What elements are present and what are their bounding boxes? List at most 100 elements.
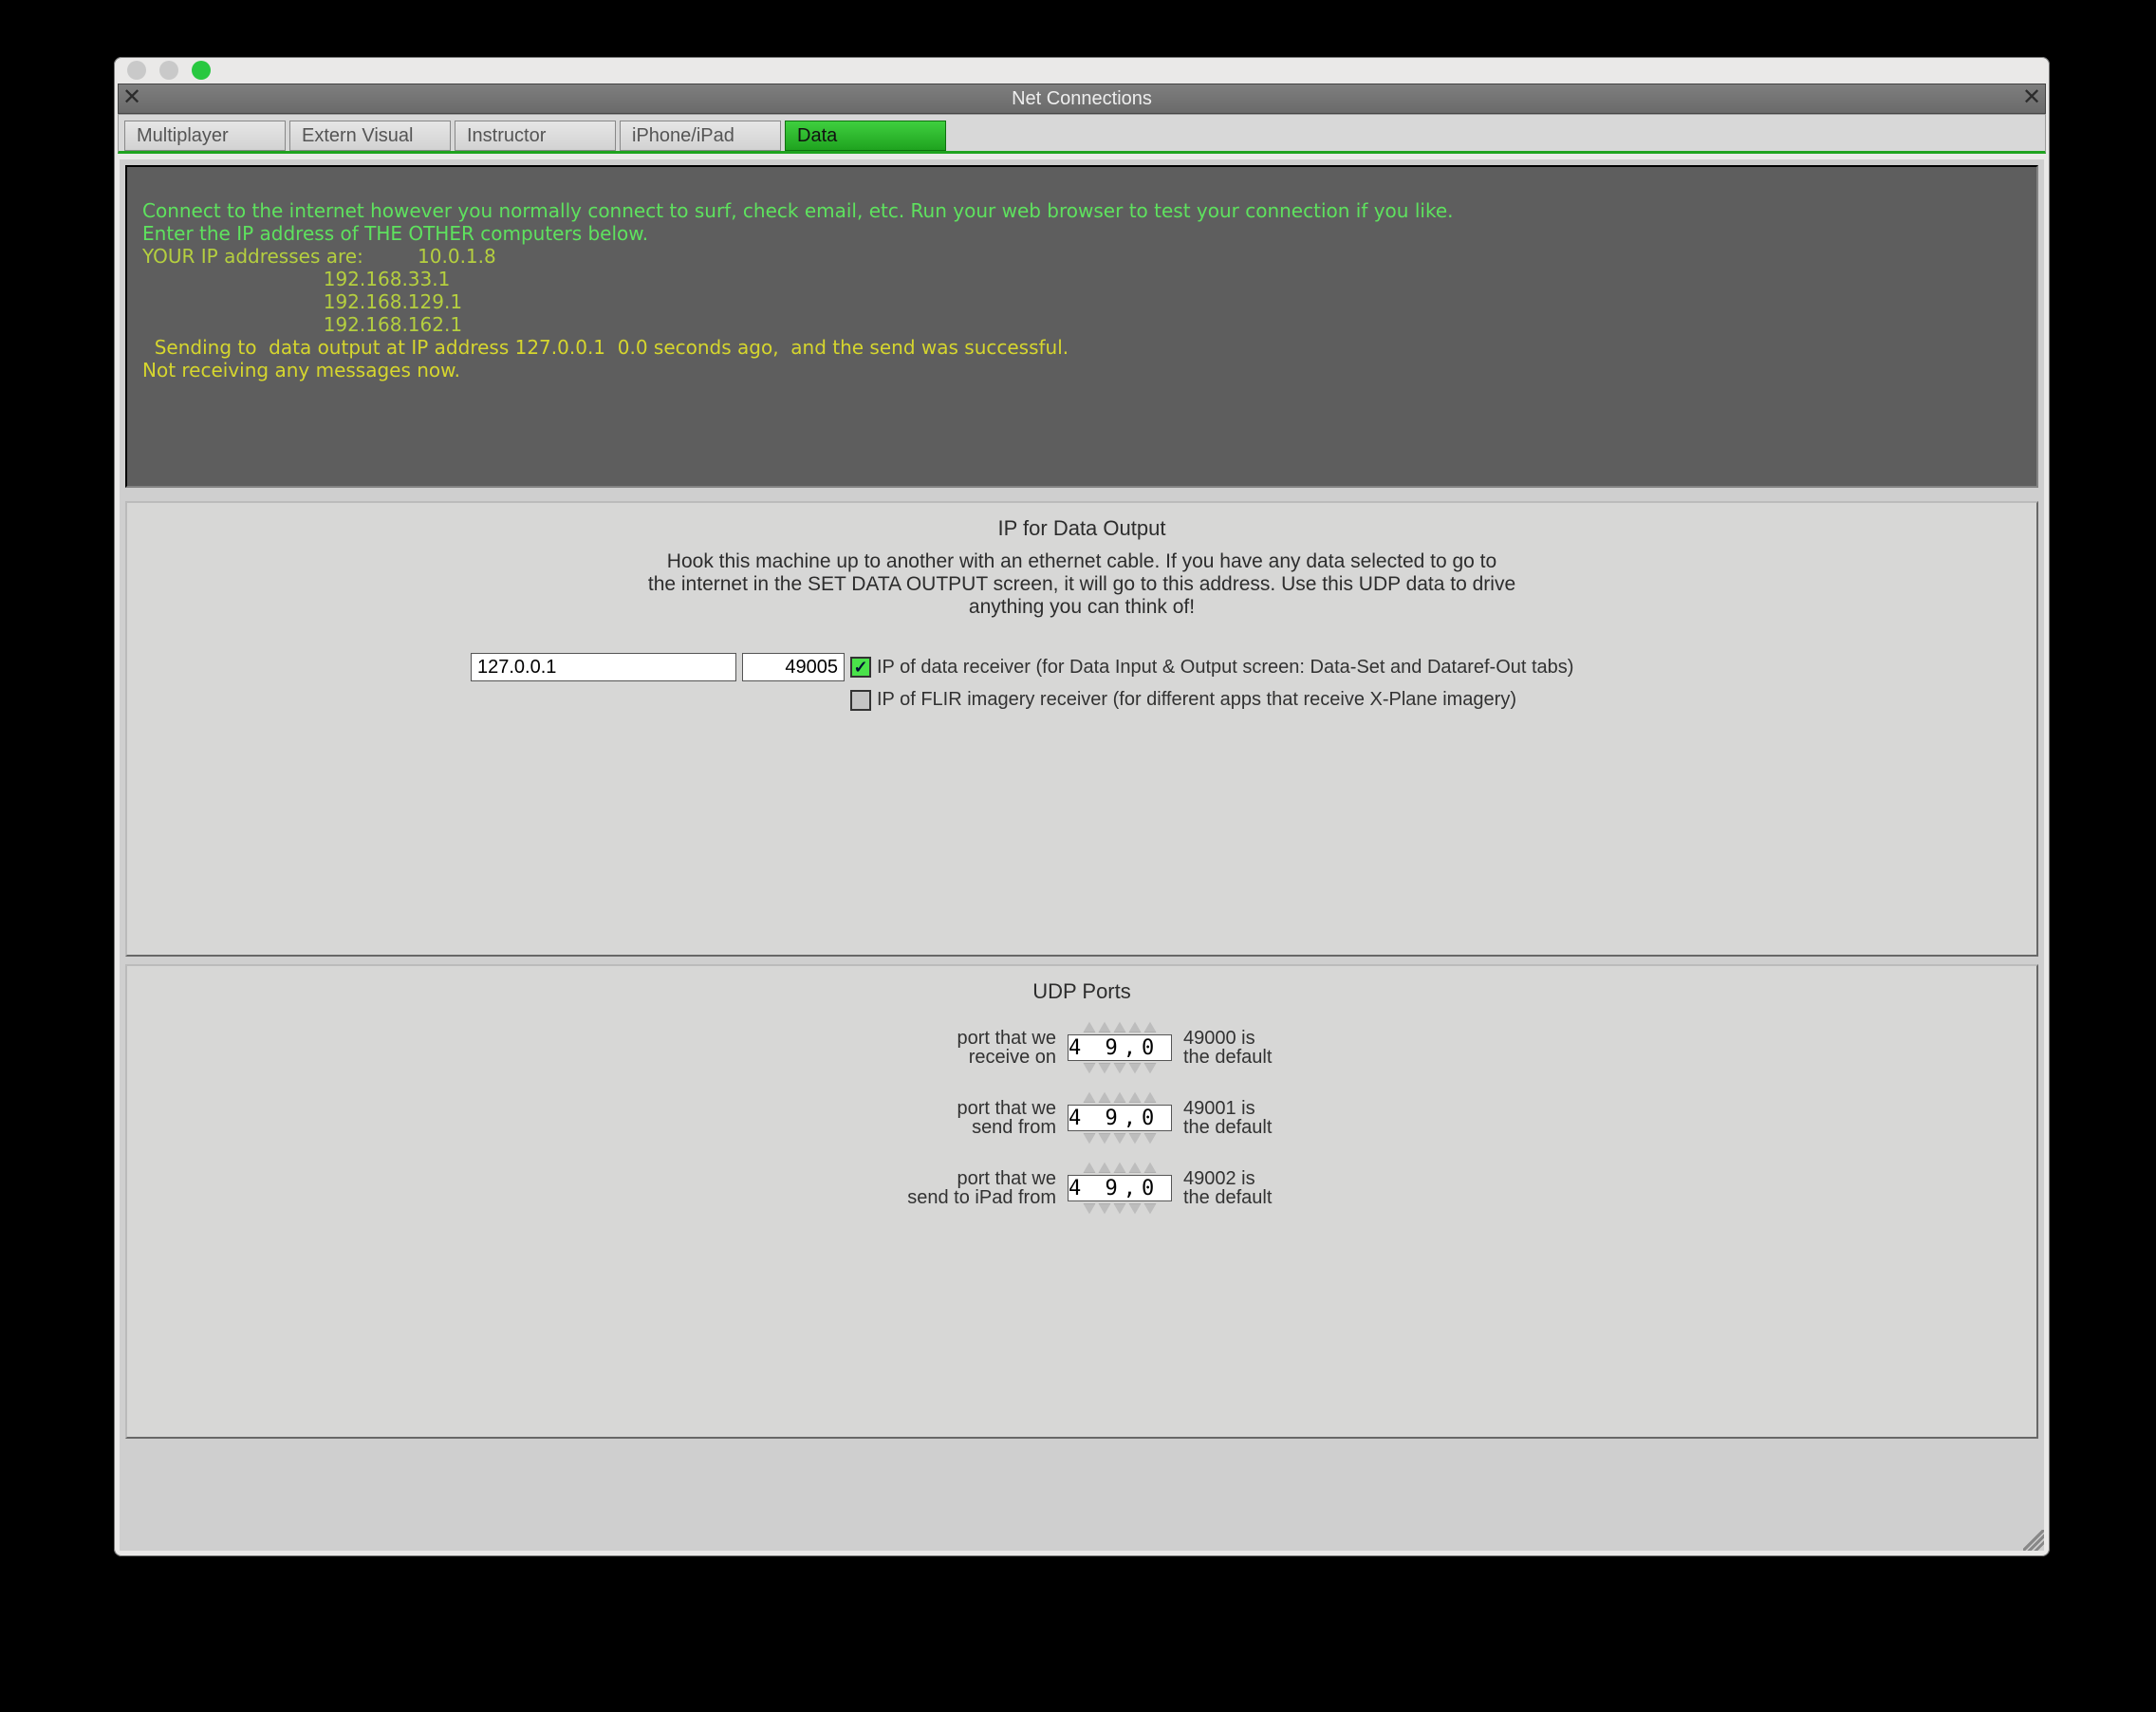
dialog-close-left-button[interactable]: ✕ xyxy=(121,87,143,110)
status-ip-3: 192.168.162.1 xyxy=(324,313,462,336)
stepper-up-icon[interactable] xyxy=(1083,1091,1096,1103)
data-receiver-ip-input[interactable] xyxy=(471,653,736,681)
mac-titlebar xyxy=(114,57,2050,84)
status-ip-1: 192.168.33.1 xyxy=(324,268,451,290)
hint-line: the default xyxy=(1183,1118,1307,1137)
udp-send-stepper xyxy=(1068,1091,1172,1144)
stepper-up-icon[interactable] xyxy=(1083,1021,1096,1033)
stepper-down-icon[interactable] xyxy=(1143,1203,1157,1215)
stepper-up-icon[interactable] xyxy=(1128,1021,1142,1033)
stepper-up-icon[interactable] xyxy=(1128,1091,1142,1103)
traffic-close-icon[interactable] xyxy=(127,61,146,80)
stepper-up-icon[interactable] xyxy=(1113,1021,1126,1033)
status-instructions-1: Connect to the internet however you norm… xyxy=(142,199,1453,222)
udp-ipad-stepper xyxy=(1068,1162,1172,1215)
udp-ports-heading: UDP Ports xyxy=(140,979,2023,1004)
data-receiver-port-input[interactable] xyxy=(742,653,845,681)
udp-ipad-label: port that we send to iPad from xyxy=(857,1169,1056,1207)
ip-output-panel: IP for Data Output Hook this machine up … xyxy=(125,501,2038,957)
status-ip-2: 192.168.129.1 xyxy=(324,290,462,313)
udp-send-label: port that we send from xyxy=(857,1099,1056,1137)
stepper-down-icon[interactable] xyxy=(1113,1203,1126,1215)
ip-output-heading: IP for Data Output xyxy=(140,516,2023,541)
stepper-up-icon[interactable] xyxy=(1143,1162,1157,1173)
stepper-down-icon[interactable] xyxy=(1128,1203,1142,1215)
hint-line: 49001 is xyxy=(1183,1099,1307,1118)
dialog-close-right-button[interactable]: ✕ xyxy=(2020,87,2043,110)
udp-receive-label: port that we receive on xyxy=(857,1029,1056,1067)
stepper-up-icon[interactable] xyxy=(1098,1021,1111,1033)
ip-output-description-line: Hook this machine up to another with an … xyxy=(140,550,2023,573)
tabstrip: Multiplayer Extern Visual Instructor iPh… xyxy=(118,114,2046,154)
traffic-minimize-icon[interactable] xyxy=(159,61,178,80)
udp-send-hint: 49001 is the default xyxy=(1183,1099,1307,1137)
tab-label: Data xyxy=(797,125,837,147)
data-receiver-label: IP of data receiver (for Data Input & Ou… xyxy=(877,657,1693,679)
label-line: port that we xyxy=(857,1169,1056,1188)
status-receiving: Not receiving any messages now. xyxy=(142,359,460,381)
label-line: port that we xyxy=(857,1029,1056,1048)
stepper-up-icon[interactable] xyxy=(1143,1091,1157,1103)
dialog-titlebar: ✕ Net Connections ✕ xyxy=(118,84,2046,114)
flir-receiver-checkbox[interactable] xyxy=(850,690,871,711)
label-line: port that we xyxy=(857,1099,1056,1118)
hint-line: the default xyxy=(1183,1188,1307,1207)
udp-send-row: port that we send from 49001 is the defa… xyxy=(140,1091,2023,1144)
stepper-up-icon[interactable] xyxy=(1128,1162,1142,1173)
stepper-down-icon[interactable] xyxy=(1083,1133,1096,1144)
resize-handle-icon[interactable] xyxy=(2023,1530,2044,1551)
stepper-up-icon[interactable] xyxy=(1113,1091,1126,1103)
udp-ipad-row: port that we send to iPad from 49002 is … xyxy=(140,1162,2023,1215)
tab-label: Extern Visual xyxy=(302,125,413,147)
label-line: receive on xyxy=(857,1048,1056,1067)
udp-receive-hint: 49000 is the default xyxy=(1183,1029,1307,1067)
dialog-title: Net Connections xyxy=(145,88,2018,110)
udp-ports-panel: UDP Ports port that we receive on 49000 … xyxy=(125,964,2038,1439)
content-area: Connect to the internet however you norm… xyxy=(120,159,2044,1551)
stepper-down-icon[interactable] xyxy=(1143,1133,1157,1144)
stepper-down-icon[interactable] xyxy=(1098,1063,1111,1074)
ip-output-description-line: the internet in the SET DATA OUTPUT scre… xyxy=(140,573,2023,596)
stepper-down-icon[interactable] xyxy=(1128,1133,1142,1144)
tab-label: iPhone/iPad xyxy=(632,125,734,147)
stepper-down-icon[interactable] xyxy=(1098,1133,1111,1144)
udp-receive-row: port that we receive on 49000 is the def… xyxy=(140,1021,2023,1074)
stepper-up-icon[interactable] xyxy=(1143,1021,1157,1033)
udp-ipad-hint: 49002 is the default xyxy=(1183,1169,1307,1207)
tab-instructor[interactable]: Instructor xyxy=(455,121,616,151)
status-instructions-2: Enter the IP address of THE OTHER comput… xyxy=(142,222,648,245)
label-line: send from xyxy=(857,1118,1056,1137)
tab-data[interactable]: Data xyxy=(785,121,946,151)
hint-line: 49002 is xyxy=(1183,1169,1307,1188)
tab-multiplayer[interactable]: Multiplayer xyxy=(124,121,286,151)
status-panel: Connect to the internet however you norm… xyxy=(125,165,2038,488)
label-line: send to iPad from xyxy=(857,1188,1056,1207)
status-ip-0: 10.0.1.8 xyxy=(418,245,496,268)
ip-output-description-line: anything you can think of! xyxy=(140,596,2023,619)
stepper-up-icon[interactable] xyxy=(1083,1162,1096,1173)
stepper-up-icon[interactable] xyxy=(1113,1162,1126,1173)
udp-ipad-input[interactable] xyxy=(1068,1175,1172,1201)
stepper-down-icon[interactable] xyxy=(1128,1063,1142,1074)
stepper-down-icon[interactable] xyxy=(1083,1063,1096,1074)
tab-label: Instructor xyxy=(467,125,546,147)
udp-send-input[interactable] xyxy=(1068,1105,1172,1131)
traffic-zoom-icon[interactable] xyxy=(192,61,211,80)
stepper-up-icon[interactable] xyxy=(1098,1091,1111,1103)
stepper-down-icon[interactable] xyxy=(1083,1203,1096,1215)
hint-line: the default xyxy=(1183,1048,1307,1067)
stepper-down-icon[interactable] xyxy=(1113,1063,1126,1074)
udp-receive-stepper xyxy=(1068,1021,1172,1074)
status-ip-label: YOUR IP addresses are: xyxy=(142,245,363,268)
stepper-down-icon[interactable] xyxy=(1143,1063,1157,1074)
data-receiver-checkbox[interactable] xyxy=(850,657,871,678)
udp-receive-input[interactable] xyxy=(1068,1034,1172,1061)
tab-extern-visual[interactable]: Extern Visual xyxy=(289,121,451,151)
stepper-up-icon[interactable] xyxy=(1098,1162,1111,1173)
stepper-down-icon[interactable] xyxy=(1113,1133,1126,1144)
data-receiver-row: IP of data receiver (for Data Input & Ou… xyxy=(140,653,2023,681)
flir-receiver-label: IP of FLIR imagery receiver (for differe… xyxy=(877,689,1693,711)
stepper-down-icon[interactable] xyxy=(1098,1203,1111,1215)
tab-iphone-ipad[interactable]: iPhone/iPad xyxy=(620,121,781,151)
status-sending: Sending to data output at IP address 127… xyxy=(155,336,1069,359)
